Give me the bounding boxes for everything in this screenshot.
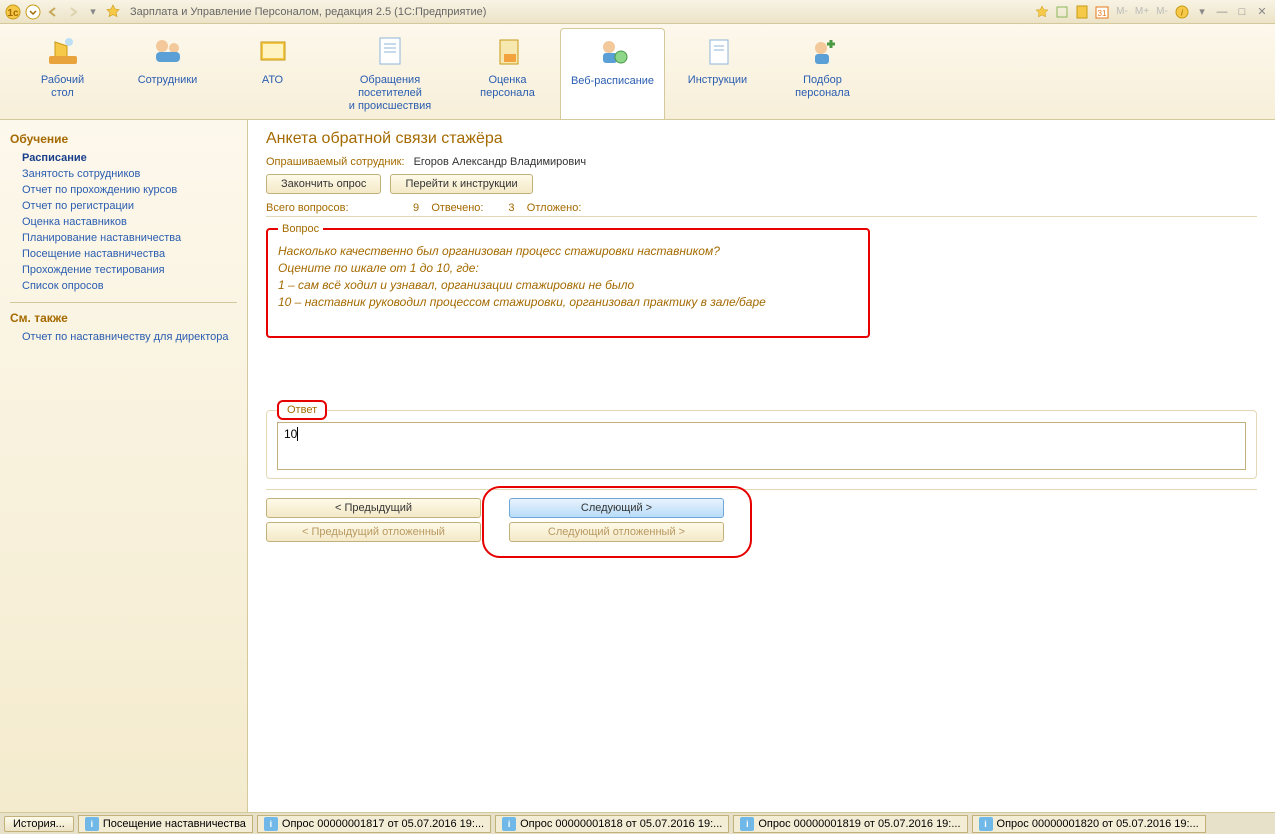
ribbon-label: Сотрудники	[119, 74, 216, 87]
web-schedule-icon	[565, 33, 660, 73]
sidebar-item-mentor-eval[interactable]: Оценка наставников	[10, 214, 237, 230]
star-icon[interactable]	[104, 3, 122, 21]
ribbon-employees[interactable]: Сотрудники	[115, 28, 220, 119]
info-icon: i	[264, 817, 278, 831]
fav-star-icon[interactable]	[1033, 3, 1051, 21]
answer-input[interactable]: 10​	[277, 422, 1246, 470]
window-title: Зарплата и Управление Персоналом, редакц…	[130, 6, 486, 18]
close-button[interactable]: ✕	[1253, 3, 1271, 21]
ribbon-desktop[interactable]: Рабочий стол	[10, 28, 115, 119]
recruitment-icon	[774, 32, 871, 72]
ribbon-instructions[interactable]: Инструкции	[665, 28, 770, 119]
deferred-label: Отложено:	[527, 202, 582, 214]
next-button[interactable]: Следующий >	[509, 498, 724, 518]
history-button[interactable]: История...	[4, 816, 74, 832]
next-deferred-button[interactable]: Следующий отложенный >	[509, 522, 724, 542]
stats-row: Всего вопросов: 9 Отвечено: 3 Отложено:	[266, 202, 1257, 217]
ribbon-web-schedule[interactable]: Веб-расписание	[560, 28, 665, 119]
calendar-icon[interactable]: 31	[1093, 3, 1111, 21]
sidebar-heading-education: Обучение	[10, 132, 237, 146]
sidebar-item-mentor-attend[interactable]: Посещение наставничества	[10, 246, 237, 262]
info-icon: i	[502, 817, 516, 831]
prev-deferred-button[interactable]: < Предыдущий отложенный	[266, 522, 481, 542]
ribbon-label: Оценка персонала	[459, 74, 556, 100]
assessment-icon	[459, 32, 556, 72]
question-text: Насколько качественно был организован пр…	[278, 243, 858, 311]
interviewee-value: Егоров Александр Владимирович	[414, 156, 587, 168]
ribbon-ato[interactable]: АТО	[220, 28, 325, 119]
answered-value: 3	[487, 202, 515, 214]
calc-icon[interactable]	[1073, 3, 1091, 21]
sidebar-item-surveys[interactable]: Список опросов	[10, 278, 237, 294]
m-minus2-button[interactable]: M-	[1153, 3, 1171, 21]
answer-fieldset: Ответ 10​	[266, 400, 1257, 479]
status-tab[interactable]: iОпрос 00000001818 от 05.07.2016 19:...	[495, 815, 729, 833]
sidebar-item-employment[interactable]: Занятость сотрудников	[10, 166, 237, 182]
ribbon-appeals[interactable]: Обращения посетителей и происшествия	[325, 28, 455, 119]
page-title: Анкета обратной связи стажёра	[266, 130, 1257, 148]
ribbon-label: Подбор персонала	[774, 74, 871, 100]
sidebar-item-mentor-plan[interactable]: Планирование наставничества	[10, 230, 237, 246]
status-tab[interactable]: iОпрос 00000001819 от 05.07.2016 19:...	[733, 815, 967, 833]
sidebar-heading-see-also: См. также	[10, 311, 237, 325]
sidebar-item-reg-report[interactable]: Отчет по регистрации	[10, 198, 237, 214]
help-dropdown-icon[interactable]: ▾	[1193, 3, 1211, 21]
question-legend: Вопрос	[278, 223, 323, 235]
sidebar-item-director-report[interactable]: Отчет по наставничеству для директора	[10, 329, 237, 345]
total-label: Всего вопросов:	[266, 202, 396, 214]
ribbon-recruitment[interactable]: Подбор персонала	[770, 28, 875, 119]
sidebar-item-testing[interactable]: Прохождение тестирования	[10, 262, 237, 278]
instructions-icon	[669, 32, 766, 72]
statusbar: История... iПосещение наставничества iОп…	[0, 812, 1275, 834]
status-tab[interactable]: iОпрос 00000001817 от 05.07.2016 19:...	[257, 815, 491, 833]
ribbon-label: Рабочий стол	[14, 74, 111, 100]
maximize-button[interactable]: □	[1233, 3, 1251, 21]
answered-label: Отвечено:	[431, 202, 483, 214]
minimize-button[interactable]: —	[1213, 3, 1231, 21]
ribbon-label: АТО	[224, 74, 321, 87]
nav-fwd-icon[interactable]	[64, 3, 82, 21]
info-icon: i	[979, 817, 993, 831]
titlebar: 1c ▾ Зарплата и Управление Персоналом, р…	[0, 0, 1275, 24]
info-icon: i	[85, 817, 99, 831]
desktop-icon	[14, 32, 111, 72]
m-minus-button[interactable]: M-	[1113, 3, 1131, 21]
help-icon[interactable]: i	[1173, 3, 1191, 21]
finish-survey-button[interactable]: Закончить опрос	[266, 174, 381, 194]
dropdown-icon[interactable]	[24, 3, 42, 21]
goto-instruction-button[interactable]: Перейти к инструкции	[390, 174, 532, 194]
ribbon-assessment[interactable]: Оценка персонала	[455, 28, 560, 119]
ribbon-label: Инструкции	[669, 74, 766, 87]
status-tab[interactable]: iПосещение наставничества	[78, 815, 253, 833]
employees-icon	[119, 32, 216, 72]
app-icon: 1c	[4, 3, 22, 21]
ribbon: Рабочий стол Сотрудники АТО Обращения по…	[0, 24, 1275, 120]
answer-legend: Ответ	[277, 400, 327, 420]
ribbon-label: Обращения посетителей и происшествия	[329, 74, 451, 113]
interviewee-row: Опрашиваемый сотрудник: Егоров Александр…	[266, 156, 1257, 168]
sidebar-item-schedule[interactable]: Расписание	[10, 150, 237, 166]
status-tab[interactable]: iОпрос 00000001820 от 05.07.2016 19:...	[972, 815, 1206, 833]
question-fieldset: Вопрос Насколько качественно был организ…	[266, 223, 870, 338]
interviewee-label: Опрашиваемый сотрудник:	[266, 156, 405, 168]
nav-menu-icon[interactable]: ▾	[84, 3, 102, 21]
sidebar: Обучение Расписание Занятость сотруднико…	[0, 120, 248, 812]
prev-button[interactable]: < Предыдущий	[266, 498, 481, 518]
svg-text:1c: 1c	[7, 8, 19, 19]
m-plus-button[interactable]: M+	[1133, 3, 1151, 21]
svg-text:31: 31	[1098, 9, 1107, 18]
nav-back-icon[interactable]	[44, 3, 62, 21]
appeals-icon	[329, 32, 451, 72]
ato-icon	[224, 32, 321, 72]
link-icon[interactable]	[1053, 3, 1071, 21]
sidebar-item-course-report[interactable]: Отчет по прохождению курсов	[10, 182, 237, 198]
info-icon: i	[740, 817, 754, 831]
total-value: 9	[399, 202, 419, 214]
ribbon-label: Веб-расписание	[565, 75, 660, 88]
